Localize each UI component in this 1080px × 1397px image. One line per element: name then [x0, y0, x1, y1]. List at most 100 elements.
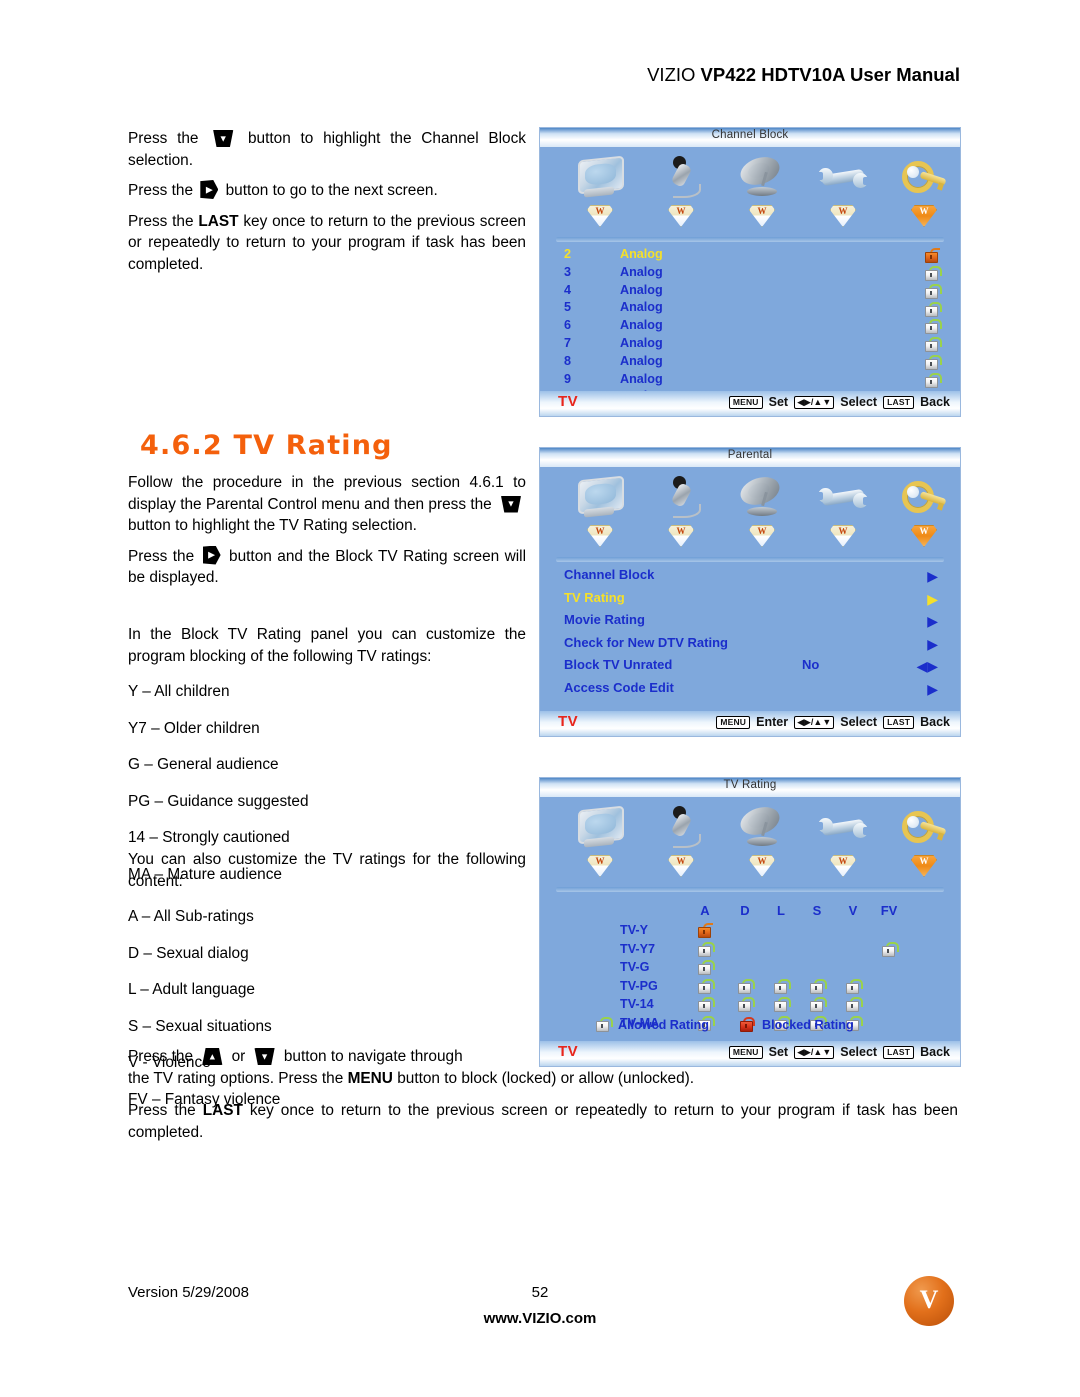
set-hint-label: Set [768, 395, 789, 409]
tab-badge-active: W [911, 205, 937, 227]
menu-item-block-tv-unrated[interactable]: Block TV Unrated No ◀▶ [540, 657, 960, 680]
tab-badge: W [830, 855, 856, 877]
last-key-label-2: LAST [202, 1102, 243, 1119]
lock-cell[interactable] [806, 997, 828, 1013]
lock-status-icon [925, 354, 942, 370]
osd-divider [556, 887, 944, 892]
last-key-badge[interactable]: LAST [883, 715, 915, 729]
menu-item-access-code-edit[interactable]: Access Code Edit ▶ [540, 680, 960, 703]
sec-p5-prefix: Press the [128, 1048, 198, 1065]
osd-tab-audio[interactable]: W [645, 151, 717, 227]
table-row[interactable]: 7 Analog [540, 336, 960, 354]
table-row[interactable]: 6 Analog [540, 318, 960, 336]
osd-tab-tuner[interactable]: W [726, 471, 798, 547]
osd-tab-parental[interactable]: W [888, 801, 960, 877]
menu-item-tv-rating[interactable]: TV Rating ▶ [540, 590, 960, 613]
lock-cell[interactable] [694, 960, 716, 976]
arrow-keys-badge[interactable]: ◀▶/▲▼ [794, 395, 835, 409]
osd-tab-tv[interactable]: W [564, 151, 636, 227]
matrix-row-tv-y7[interactable]: TV-Y7 [540, 942, 960, 961]
last-key-badge[interactable]: LAST [883, 1045, 915, 1059]
osd-tab-tv[interactable]: W [564, 471, 636, 547]
lock-cell[interactable] [842, 997, 864, 1013]
matrix-row-tv-g[interactable]: TV-G [540, 960, 960, 979]
select-hint-label: Select [840, 395, 878, 409]
wrench-icon [807, 801, 879, 853]
osd-tab-audio[interactable]: W [645, 471, 717, 547]
lock-cell[interactable] [694, 978, 716, 994]
arrow-keys-badge[interactable]: ◀▶/▲▼ [794, 715, 835, 729]
matrix-row-tv-14[interactable]: TV-14 [540, 997, 960, 1016]
table-row[interactable]: 3 Analog [540, 265, 960, 283]
osd-status-bar: TV MENU Set ◀▶/▲▼ Select LAST Back [540, 391, 960, 416]
lock-cell[interactable] [770, 978, 792, 994]
content-item: L – Adult language [128, 981, 255, 998]
table-row[interactable]: 8 Analog [540, 354, 960, 372]
lock-cell[interactable] [806, 978, 828, 994]
tab-badge: W [749, 525, 775, 547]
section-heading: 4.6.2 TV Rating [140, 430, 393, 461]
osd-tab-setup[interactable]: W [807, 471, 879, 547]
down-arrow-key-icon-3: ▼ [253, 1048, 277, 1065]
menu-key-badge[interactable]: MENU [728, 395, 763, 409]
tv-rating-matrix: A D L S V FV TV-Y TV-Y7 TV-G TV-PG TV-14… [540, 903, 960, 1034]
lock-cell[interactable] [694, 997, 716, 1013]
menu-item-movie-rating[interactable]: Movie Rating ▶ [540, 612, 960, 635]
intro-p2-suffix: button to go to the next screen. [221, 182, 438, 199]
arrow-keys-badge[interactable]: ◀▶/▲▼ [794, 1045, 835, 1059]
satellite-dish-icon [726, 801, 798, 853]
channel-type: Analog [620, 371, 663, 386]
table-row[interactable]: 4 Analog [540, 283, 960, 301]
tab-badge: W [668, 855, 694, 877]
lock-cell[interactable] [694, 941, 716, 957]
tab-badge: W [587, 525, 613, 547]
osd-tab-tuner[interactable]: W [726, 151, 798, 227]
table-row[interactable]: 5 Analog [540, 300, 960, 318]
osd-icon-strip: W W W W W [540, 471, 960, 555]
lock-cell[interactable] [842, 978, 864, 994]
source-label: TV [558, 1043, 579, 1060]
lock-cell[interactable] [734, 997, 756, 1013]
lock-cell[interactable] [878, 941, 900, 957]
menu-item-check-dtv-rating[interactable]: Check for New DTV Rating ▶ [540, 635, 960, 658]
section-paragraph-3: In the Block TV Rating panel you can cus… [128, 626, 526, 665]
lock-cell[interactable] [694, 923, 716, 939]
osd-tab-setup[interactable]: W [807, 151, 879, 227]
osd-hints: MENU Set ◀▶/▲▼ Select LAST Back [728, 395, 950, 409]
osd-titlebar: Channel Block [540, 128, 960, 147]
osd-tab-parental[interactable]: W [888, 151, 960, 227]
chevron-right-icon: ▶ [927, 613, 938, 629]
column-header: D [740, 903, 750, 918]
menu-key-badge[interactable]: MENU [728, 1045, 763, 1059]
last-key-badge[interactable]: LAST [883, 395, 915, 409]
lock-cell[interactable] [770, 997, 792, 1013]
osd-tab-setup[interactable]: W [807, 801, 879, 877]
back-hint-label: Back [920, 1045, 950, 1059]
menu-item-channel-block[interactable]: Channel Block ▶ [540, 567, 960, 590]
lock-status-icon [925, 301, 942, 317]
source-label: TV [558, 713, 579, 730]
matrix-row-tv-pg[interactable]: TV-PG [540, 979, 960, 998]
sec-p1-suffix: button to highlight the TV Rating select… [128, 517, 417, 534]
menu-key-label: MENU [347, 1070, 393, 1087]
menu-key-badge[interactable]: MENU [716, 715, 751, 729]
microphone-icon [645, 151, 717, 203]
table-row[interactable]: 9 Analog [540, 372, 960, 390]
channel-type: Analog [620, 264, 663, 279]
osd-tab-parental[interactable]: W [888, 471, 960, 547]
intro-p3-prefix: Press the [128, 212, 199, 230]
down-arrow-key-icon-2: ▼ [499, 495, 523, 513]
intro-p2-prefix: Press the [128, 182, 198, 199]
tv-icon [564, 151, 636, 203]
matrix-row-tv-y[interactable]: TV-Y [540, 923, 960, 942]
menu-item-label: Check for New DTV Rating [564, 634, 728, 650]
table-row[interactable]: 2 Analog [540, 247, 960, 265]
lock-cell[interactable] [734, 978, 756, 994]
osd-tab-audio[interactable]: W [645, 801, 717, 877]
channel-type: Analog [620, 247, 663, 261]
navigate-paragraph-tail: the TV rating options. Press the MENU bu… [128, 1068, 958, 1090]
osd-tab-tv[interactable]: W [564, 801, 636, 877]
osd-tab-tuner[interactable]: W [726, 801, 798, 877]
intro-p1-prefix: Press the [128, 130, 209, 147]
column-header: L [777, 903, 785, 918]
